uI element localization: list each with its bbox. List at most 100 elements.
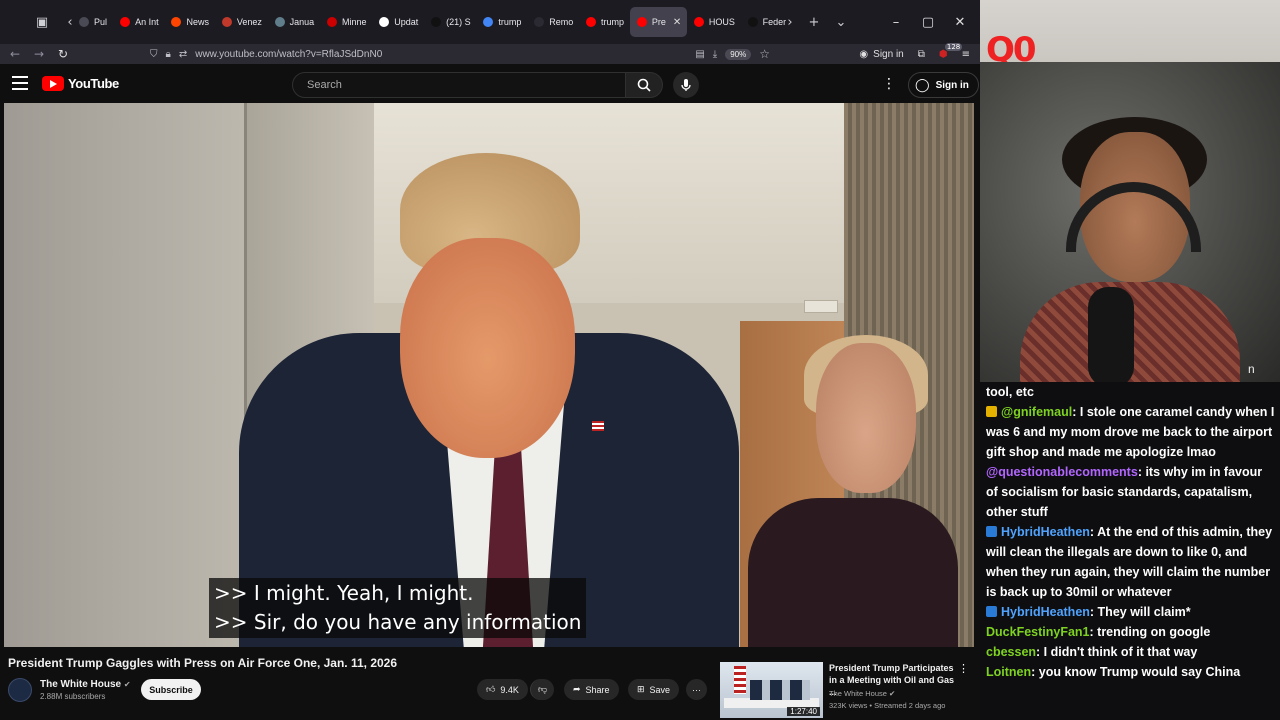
hamburger-menu-icon[interactable] [12,76,28,90]
more-actions-button[interactable]: ··· [686,679,707,700]
chat-username[interactable]: HybridHeathen [1001,605,1090,619]
like-count: 9.4K [500,684,519,695]
browser-tab[interactable]: Minne [320,7,372,37]
browser-tab[interactable]: Pre ✕ [629,7,687,37]
zoom-level[interactable]: 90% [725,48,752,60]
tab-label: HOUS [708,17,735,27]
tab-label: (21) S [446,17,471,27]
ublock-icon[interactable]: ⬢ 128 [939,42,963,60]
forward-icon[interactable]: → [27,47,51,61]
subscribe-button[interactable]: Subscribe [141,679,201,700]
browser-tab[interactable]: An Int [113,7,164,37]
share-label: Share [585,684,610,695]
recommended-thumbnail[interactable]: 1:27:40 [720,662,823,718]
video-frame-woman-face [816,343,916,493]
browser-tab[interactable]: trump [579,7,630,37]
minimize-icon[interactable]: – [880,15,912,30]
new-tab-icon[interactable]: + [802,10,826,34]
browser-tab[interactable]: News [164,7,214,37]
caption-line-1: >> I might. Yeah, I might. [214,581,474,605]
video-frame-exit-sign [804,300,838,313]
channel-name[interactable]: The White House ✔ [40,679,131,690]
settings-more-icon[interactable]: ⋮ [882,76,896,92]
tab-list-icon[interactable]: ⌄ [829,10,853,34]
webcam-feed: n [980,62,1280,382]
tab-favicon-icon [171,17,182,27]
tab-favicon-icon [431,17,442,27]
chat-username[interactable]: DuckFestinyFan1 [986,625,1090,639]
account-sign-in-label: Sign in [873,48,904,60]
maximize-icon[interactable]: ▢ [912,15,944,30]
youtube-logo[interactable]: YouTube [42,76,119,91]
chat-username[interactable]: @questionablecomments [986,465,1138,479]
youtube-sign-in-button[interactable]: ◯ Sign in [908,72,979,98]
search-icon [637,78,651,92]
dislike-button[interactable]: 👎︎ [530,679,555,700]
window-controls: – ▢ ✕ [880,0,976,44]
video-player[interactable]: >> I might. Yeah, I might. >> Sir, do yo… [4,103,974,647]
app-menu-icon[interactable]: ≡ [962,49,970,60]
tab-scroll-right-icon[interactable]: › [778,10,802,34]
browser-tab[interactable]: Updat [372,7,424,37]
like-button[interactable]: 👍︎ 9.4K [477,679,528,700]
chat-username[interactable]: Loitnen [986,665,1031,679]
share-button[interactable]: ➦ Share [564,679,619,700]
channel-avatar[interactable] [8,678,32,702]
url-text[interactable]: www.youtube.com/watch?v=RflaJSdDnN0 [195,49,382,60]
search-input[interactable]: Search [292,72,626,98]
browser-tab[interactable]: Janua [268,7,320,37]
save-button[interactable]: ⊞ Save [628,679,680,700]
browser-tab[interactable]: Remo [527,7,579,37]
tab-favicon-icon [483,17,494,27]
chat-badge-icon [986,526,997,537]
chat-username[interactable]: @gnifemaul [1001,405,1072,419]
chat-text: : trending on google [1089,625,1211,639]
chat-username[interactable]: HybridHeathen [1001,525,1090,539]
permissions-icon[interactable]: ⇄ [179,49,187,60]
close-tab-icon[interactable]: ✕ [673,17,681,28]
rec-channel: The White House ✔ [829,688,945,700]
lock-icon[interactable]: 🔒︎ [166,49,171,60]
tab-label: trump [601,17,625,27]
tab-label: Venez [236,17,262,27]
reader-view-icon[interactable]: ▤ [695,49,704,60]
tab-favicon-icon [326,17,337,27]
chat-username[interactable]: cbessen [986,645,1036,659]
chat-text: : They will claim* [1089,605,1191,619]
tab-label: Minne [341,17,367,27]
tab-favicon-icon [636,17,647,27]
back-icon[interactable]: ← [3,47,27,61]
browser-tab[interactable]: trump [476,7,527,37]
chat-message: tool, etc [986,382,1276,402]
browser-tab[interactable]: (21) S [424,7,476,37]
extensions-icon[interactable]: ⧉ [918,49,925,60]
close-window-icon[interactable]: ✕ [944,15,976,30]
tab-favicon-icon [274,17,285,27]
thumbs-up-icon: 👍︎ [486,684,496,695]
voice-search-button[interactable] [673,72,699,98]
account-button[interactable]: ◉ Sign in [859,49,903,60]
tab-overview-icon[interactable]: ▣ [30,10,54,34]
url-bar[interactable]: ⛉ 🔒︎ ⇄ www.youtube.com/watch?v=RflaJSdDn… [150,44,770,64]
video-title: President Trump Gaggles with Press on Ai… [8,656,398,670]
closed-caption: >> I might. Yeah, I might. >> Sir, do yo… [209,578,587,638]
tab-favicon-icon [379,17,390,27]
download-icon[interactable]: ⤓ [713,49,717,60]
bookmark-star-icon[interactable]: ☆ [759,47,770,61]
tab-favicon-icon [534,17,545,27]
tab-label: trump [498,17,522,27]
search-button[interactable] [625,72,663,98]
shield-icon[interactable]: ⛉ [150,49,158,60]
browser-tab[interactable]: Venez [215,7,268,37]
browser-tab[interactable]: HOUS [687,7,741,37]
save-label: Save [649,684,671,695]
rec-thumb-people [750,680,810,700]
reload-icon[interactable]: ↻ [51,47,75,61]
tab-bar: ▣ ‹ Pul An Int News Venez Janua Minne Updat (21… [0,0,980,44]
rec-more-icon[interactable]: ⋮ [958,662,969,675]
account-icon: ◉ [859,48,869,60]
browser-tab[interactable]: Pul [72,7,113,37]
toolbar-right: ◉ Sign in ⧉ ⬢ 128 ≡ [859,42,970,64]
screen: ▣ ‹ Pul An Int News Venez Janua Minne Updat (21… [0,0,1280,720]
tab-favicon-icon [586,17,597,27]
